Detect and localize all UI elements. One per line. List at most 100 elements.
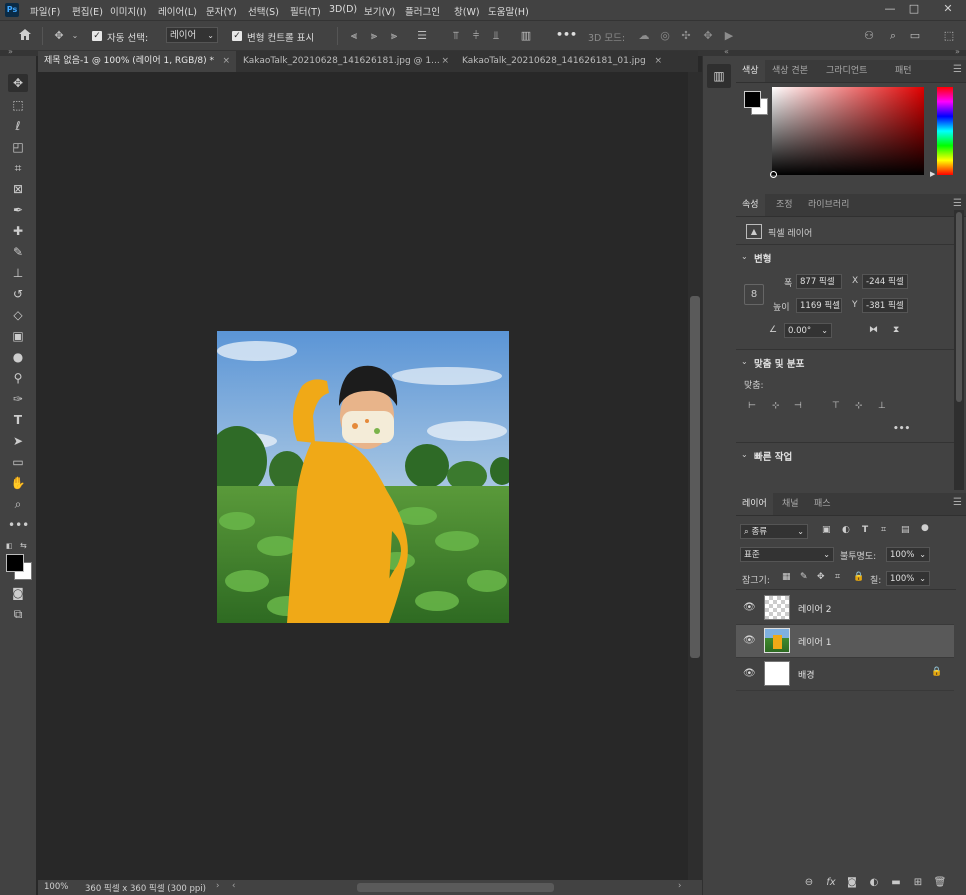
panel-menu-icon[interactable]: ☰ (953, 64, 962, 75)
visibility-eye-icon[interactable]: 👁 (743, 668, 756, 680)
3d-roll-icon[interactable]: ◎ (658, 29, 672, 43)
document-image[interactable] (217, 331, 509, 623)
add-mask-icon[interactable]: ◙ (845, 877, 859, 888)
align-left-icon[interactable]: ⫷ (347, 29, 361, 43)
layer-name[interactable]: 레이어 2 (798, 602, 831, 615)
align-v-centers-icon[interactable]: ⊹ (855, 401, 863, 411)
align-right-edges-icon[interactable]: ⊣ (794, 401, 802, 411)
color-picker-field[interactable] (772, 87, 924, 175)
menu-file[interactable]: 파일(F) (30, 4, 60, 18)
lock-pixels-icon[interactable]: ✎ (800, 572, 808, 582)
search-icon[interactable]: ⌕ (886, 29, 900, 43)
minimize-button[interactable]: — (880, 2, 900, 16)
lock-position-icon[interactable]: ✥ (817, 572, 825, 582)
gradient-tool-icon[interactable]: ▣ (8, 327, 28, 345)
workspace-icon[interactable]: ▭ (908, 29, 922, 43)
visibility-eye-icon[interactable]: 👁 (743, 602, 756, 614)
swap-colors-icon[interactable]: ⇆ (20, 541, 27, 550)
tab-document-2[interactable]: KakaoTalk_20210628_141626181.jpg @ 1... … (237, 51, 455, 72)
expand-toolbox-icon[interactable]: » (8, 47, 13, 56)
vertical-scroll-thumb[interactable] (690, 296, 700, 658)
zoom-tool-icon[interactable]: ⌕ (8, 495, 28, 513)
layer-name[interactable]: 배경 (798, 668, 815, 681)
visibility-eye-icon[interactable]: 👁 (743, 635, 756, 647)
filter-adjustment-icon[interactable]: ◐ (842, 525, 850, 535)
filter-shape-icon[interactable]: ⌗ (881, 525, 886, 535)
align-top-icon[interactable]: ⫪ (449, 29, 463, 43)
collapse-panels-icon[interactable]: » (955, 47, 960, 56)
tab-color[interactable]: 색상 (736, 60, 765, 82)
frame-tool-icon[interactable]: ⊠ (8, 180, 28, 198)
document-info[interactable]: 360 픽셀 x 360 픽셀 (300 ppi) (85, 882, 206, 894)
align-bottom-edges-icon[interactable]: ⊥ (878, 401, 886, 411)
layer-name[interactable]: 레이어 1 (798, 635, 831, 648)
filter-type-icon[interactable]: T (862, 525, 868, 535)
foreground-color-swatch[interactable] (6, 554, 24, 572)
tab-patterns[interactable]: 패턴 (889, 60, 918, 82)
menu-image[interactable]: 이미지(I) (110, 4, 146, 18)
clone-stamp-tool-icon[interactable]: ⊥ (8, 264, 28, 282)
tab-libraries[interactable]: 라이브러리 (802, 194, 855, 216)
history-brush-tool-icon[interactable]: ↺ (8, 285, 28, 303)
close-window-button[interactable]: ✕ (938, 2, 958, 16)
quick-mask-icon[interactable]: ◙ (8, 584, 28, 602)
share-icon[interactable]: ⚇ (862, 29, 876, 43)
align-bottom-icon[interactable]: ⫫ (489, 29, 503, 43)
hue-slider[interactable] (937, 87, 953, 175)
expand-dock-icon[interactable]: « (724, 47, 729, 56)
pen-tool-icon[interactable]: ✑ (8, 390, 28, 408)
horizontal-scroll-thumb[interactable] (357, 883, 554, 892)
height-field[interactable]: 1169 픽셀 (796, 298, 842, 313)
menu-layer[interactable]: 레이어(L) (158, 4, 197, 18)
distribute-icon[interactable]: ☰ (415, 29, 429, 43)
color-picker-cursor[interactable] (770, 171, 777, 178)
brush-tool-icon[interactable]: ✎ (8, 243, 28, 261)
3d-orbit-icon[interactable]: ☁ (637, 29, 651, 43)
menu-filter[interactable]: 필터(T) (290, 4, 321, 18)
dodge-tool-icon[interactable]: ⚲ (8, 369, 28, 387)
tab-paths[interactable]: 패스 (808, 493, 837, 515)
new-layer-icon[interactable]: ⊞ (911, 877, 925, 888)
layer-row[interactable]: 👁 배경 🔒 (736, 658, 954, 691)
distribute-v-icon[interactable]: ▥ (519, 29, 533, 43)
marquee-tool-icon[interactable]: ⬚ (8, 96, 28, 114)
layer-row-selected[interactable]: 👁 레이어 1 (736, 625, 954, 658)
filter-smart-object-icon[interactable]: ▤ (901, 525, 910, 535)
screen-mode-icon[interactable]: ⧉ (8, 605, 28, 623)
align-top-edges-icon[interactable]: ⊤ (832, 401, 840, 411)
menu-view[interactable]: 보기(V) (364, 4, 395, 18)
filter-pixel-icon[interactable]: ▣ (822, 525, 831, 535)
menu-plugins[interactable]: 플러그인 (405, 4, 440, 18)
transform-controls-checkbox[interactable]: ✓ (232, 31, 242, 41)
x-field[interactable]: -244 픽셀 (862, 274, 908, 289)
opacity-field[interactable]: 100% ⌄ (886, 547, 930, 562)
lock-transparency-icon[interactable]: ▦ (782, 572, 791, 582)
blur-tool-icon[interactable]: ● (8, 348, 28, 366)
zoom-level[interactable]: 100% (44, 882, 68, 892)
align-h-centers-icon[interactable]: ⊹ (772, 401, 780, 411)
eyedropper-tool-icon[interactable]: ✒ (8, 201, 28, 219)
color-fg-swatch[interactable] (744, 91, 761, 108)
path-select-tool-icon[interactable]: ➤ (8, 432, 28, 450)
y-field[interactable]: -381 픽셀 (862, 298, 908, 313)
type-tool-icon[interactable]: T (8, 411, 28, 429)
align-center-h-icon[interactable]: ⫸ (367, 29, 381, 43)
layer-row[interactable]: 👁 레이어 2 (736, 592, 954, 625)
move-tool-icon[interactable]: ✥ (8, 74, 28, 92)
healing-brush-tool-icon[interactable]: ✚ (8, 222, 28, 240)
collapse-align-icon[interactable]: ⌄ (741, 357, 748, 366)
menu-select[interactable]: 선택(S) (248, 4, 279, 18)
cloud-doc-icon[interactable]: ⬚ (942, 29, 956, 43)
hue-slider-handle-icon[interactable]: ▶ (930, 170, 935, 178)
tab-properties[interactable]: 속성 (736, 194, 765, 216)
angle-field[interactable]: 0.00° ⌄ (784, 323, 832, 338)
filter-toggle-icon[interactable]: ● (921, 523, 929, 533)
lock-artboard-icon[interactable]: ⌗ (835, 572, 840, 582)
edit-toolbar-icon[interactable]: ••• (8, 516, 29, 534)
scroll-left-icon[interactable]: ‹ (232, 881, 235, 891)
collapse-transform-icon[interactable]: ⌄ (741, 252, 748, 261)
menu-help[interactable]: 도움말(H) (488, 4, 529, 18)
more-options-button[interactable]: ••• (556, 28, 577, 41)
tab-adjustments[interactable]: 조정 (770, 194, 799, 216)
fill-field[interactable]: 100% ⌄ (886, 571, 930, 586)
